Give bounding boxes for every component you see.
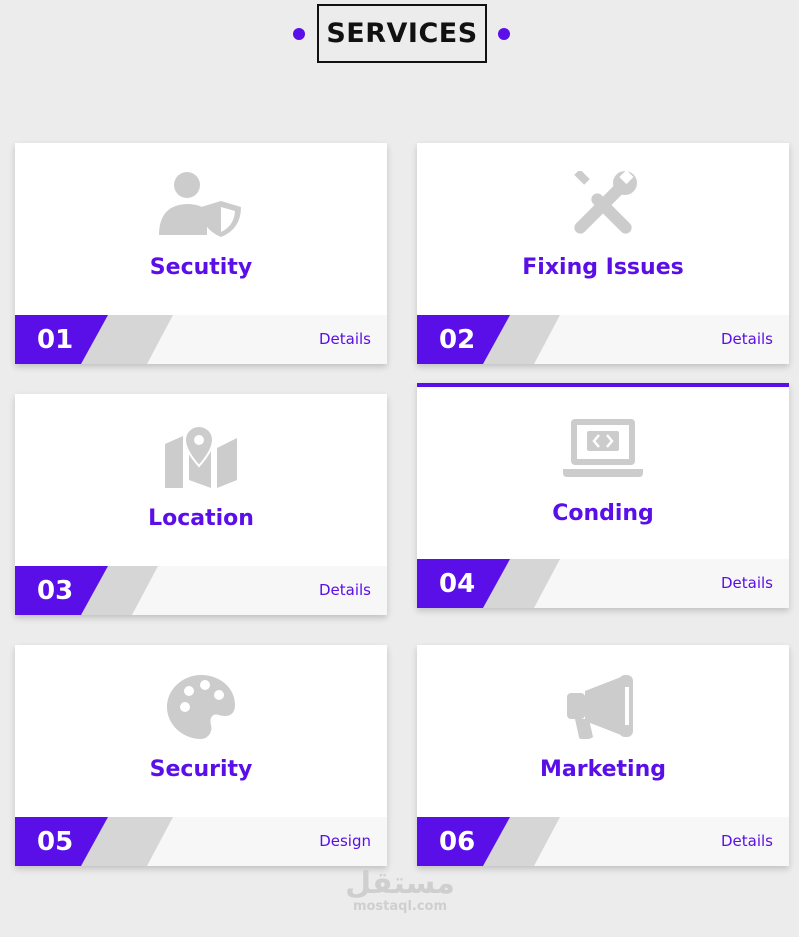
service-card-2[interactable]: Fixing Issues 02 Details: [417, 143, 789, 364]
watermark-latin: mostaql.com: [352, 899, 448, 914]
card-number: 03: [37, 576, 74, 606]
section-title: SERVICES: [317, 4, 487, 63]
service-card-1[interactable]: Secutity 01 Details: [15, 143, 387, 364]
card-title: Conding: [552, 501, 654, 526]
card-title: Fixing Issues: [522, 255, 684, 280]
card-footer: 04 Details: [417, 559, 789, 608]
card-number: 02: [439, 325, 476, 355]
watermark-logo: مستقل mostaql.com: [340, 868, 460, 914]
header-dot-left: [293, 28, 305, 40]
tools-icon: [417, 171, 789, 239]
map-pin-icon: [15, 422, 387, 490]
service-card-5[interactable]: Security 05 Design: [15, 645, 387, 866]
palette-icon: [15, 673, 387, 741]
header-dot-right: [498, 28, 510, 40]
card-number: 06: [439, 827, 476, 857]
service-card-6[interactable]: Marketing 06 Details: [417, 645, 789, 866]
details-link[interactable]: Details: [319, 566, 371, 615]
details-link[interactable]: Details: [721, 315, 773, 364]
card-title: Location: [148, 506, 254, 531]
card-number: 01: [37, 325, 74, 355]
card-title: Secutity: [149, 255, 253, 280]
card-title: Marketing: [539, 757, 667, 782]
details-link[interactable]: Details: [721, 817, 773, 866]
service-card-4[interactable]: Conding 04 Details: [417, 383, 789, 608]
details-link[interactable]: Details: [721, 559, 773, 608]
design-link[interactable]: Design: [319, 817, 371, 866]
card-number: 04: [439, 569, 476, 599]
section-header: SERVICES: [0, 4, 799, 63]
details-link[interactable]: Details: [319, 315, 371, 364]
card-footer: 06 Details: [417, 817, 789, 866]
card-footer: 05 Design: [15, 817, 387, 866]
laptop-code-icon: [417, 417, 789, 485]
card-footer: 02 Details: [417, 315, 789, 364]
service-card-3[interactable]: Location 03 Details: [15, 394, 387, 615]
card-footer: 03 Details: [15, 566, 387, 615]
card-footer: 01 Details: [15, 315, 387, 364]
card-number: 05: [37, 827, 74, 857]
user-shield-icon: [15, 171, 387, 239]
megaphone-icon: [417, 673, 789, 741]
card-title: Security: [149, 757, 253, 782]
watermark-arabic: مستقل: [345, 866, 455, 901]
